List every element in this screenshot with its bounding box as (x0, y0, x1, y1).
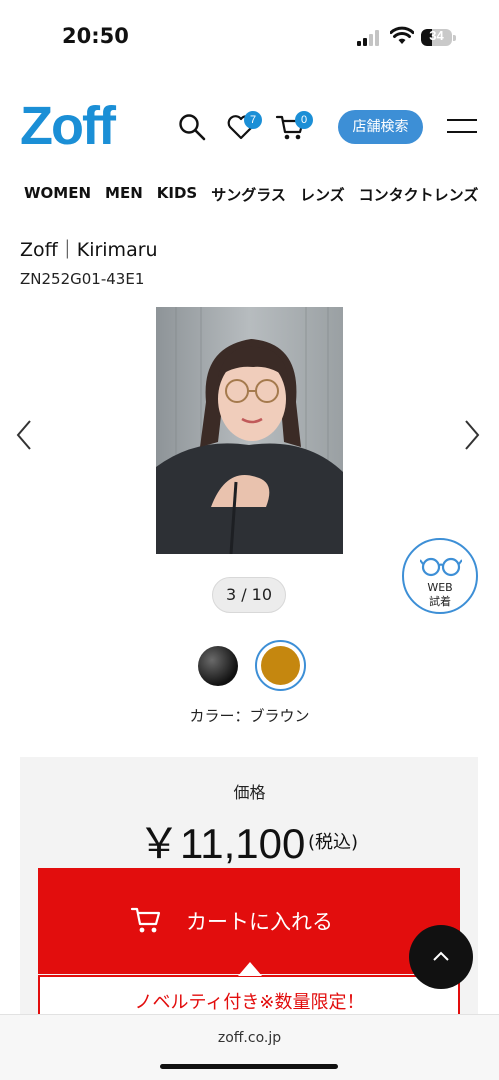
status-bar: 20:50 34 (0, 0, 499, 76)
nav-item-lenses[interactable]: レンズ (300, 184, 345, 205)
store-search-button[interactable]: 店舗検索 (338, 110, 423, 144)
category-nav: WOMEN MEN KIDS サングラス レンズ コンタクトレンズ (24, 184, 499, 205)
product-code: ZN252G01-43E1 (20, 270, 145, 288)
scroll-to-top-button[interactable] (409, 925, 473, 989)
battery-icon: 34 (421, 27, 457, 47)
search-icon[interactable] (178, 113, 206, 141)
nav-item-contact-lenses[interactable]: コンタクトレンズ (359, 184, 479, 205)
novelty-text: ノベルティ付き※数量限定！ (134, 992, 365, 1013)
image-page-indicator: 3 / 10 (212, 577, 286, 613)
home-indicator[interactable] (160, 1064, 338, 1069)
product-image[interactable] (156, 307, 343, 554)
web-tryon-label-line1: WEB (427, 581, 453, 594)
cart-count-badge: 0 (295, 111, 313, 129)
cart-icon (130, 907, 161, 933)
nav-item-women[interactable]: WOMEN (24, 184, 91, 205)
color-swatch-brown[interactable] (261, 646, 300, 685)
signal-icon (357, 30, 379, 46)
novelty-notch (238, 962, 262, 976)
tax-included-label: (税込) (308, 832, 359, 853)
favorites-count-badge: 7 (244, 111, 262, 129)
browser-address-bar[interactable] (0, 1014, 499, 1080)
nav-item-men[interactable]: MEN (105, 184, 143, 205)
color-label: カラー：ブラウン (189, 707, 310, 725)
add-to-cart-label: カートに入れる (186, 910, 333, 934)
price-value: ￥11,100 (138, 820, 306, 867)
menu-icon[interactable] (447, 119, 477, 135)
product-title: Zoff｜Kirimaru (20, 239, 158, 261)
color-swatch-black[interactable] (198, 646, 238, 686)
price-label: 価格 (233, 783, 266, 802)
web-tryon-button[interactable]: WEB 試着 (402, 538, 478, 614)
next-image-arrow-icon[interactable] (462, 418, 482, 452)
nav-item-kids[interactable]: KIDS (157, 184, 197, 205)
url-text[interactable]: zoff.co.jp (0, 1030, 499, 1046)
previous-image-arrow-icon[interactable] (14, 418, 34, 452)
status-time: 20:50 (62, 24, 129, 48)
glasses-icon (420, 557, 462, 577)
chevron-up-icon (433, 951, 449, 961)
web-tryon-label-line2: 試着 (429, 595, 451, 608)
battery-level: 34 (429, 28, 444, 43)
wifi-icon (390, 26, 414, 44)
nav-item-sunglasses[interactable]: サングラス (211, 184, 286, 205)
zoff-logo[interactable]: Zoff (20, 96, 116, 156)
